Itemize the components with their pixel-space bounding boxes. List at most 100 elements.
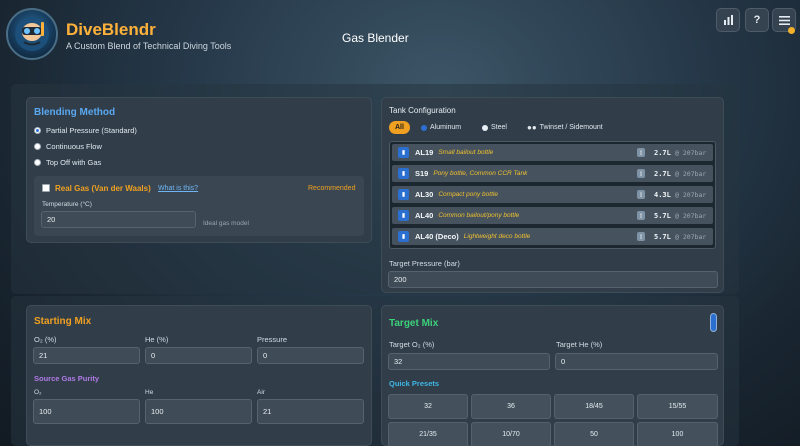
- tank-row-al30[interactable]: ▮ AL30 Compact pony bottle ▯ 4.3L @ 207b…: [392, 186, 713, 203]
- tank-pressure: @ 207bar: [675, 148, 707, 157]
- tank-description: Lightweight deco bottle: [463, 233, 531, 240]
- radio-label: Top Off with Gas: [46, 158, 102, 167]
- tank-name: AL40: [415, 211, 434, 220]
- radio-icon: [34, 159, 41, 166]
- preset-button[interactable]: 21/35: [388, 422, 468, 446]
- purity-he-input[interactable]: 100: [145, 399, 252, 424]
- filter-label: Twinset / Sidemount: [539, 124, 603, 131]
- blending-method-title: Blending Method: [34, 107, 116, 118]
- real-gas-checkbox[interactable]: [42, 184, 50, 192]
- tank-volume: 4.3L: [654, 190, 671, 199]
- aluminum-tank-icon: ▮: [398, 147, 409, 158]
- aluminum-tank-icon: ▮: [398, 168, 409, 179]
- tank-row-s19[interactable]: ▮ S19 Pony bottle, Common CCR Tank ▯ 2.7…: [392, 165, 713, 182]
- brand-tagline: A Custom Blend of Technical Diving Tools: [66, 41, 232, 51]
- tank-description: Common bailout/pony bottle: [438, 212, 520, 219]
- volume-tank-icon: ▯: [637, 232, 645, 241]
- tank-pressure: @ 207bar: [675, 169, 707, 178]
- tank-volume: 5.7L: [654, 232, 671, 241]
- radio-continuous-flow[interactable]: Continuous Flow: [34, 142, 102, 151]
- tank-volume: 2.7L: [654, 169, 671, 178]
- filter-aluminum-button[interactable]: Aluminum: [421, 121, 461, 134]
- preset-button[interactable]: 100: [637, 422, 718, 446]
- purity-air-input[interactable]: 21: [257, 399, 364, 424]
- notification-dot: [788, 27, 795, 34]
- real-gas-label: Real Gas (Van der Waals): [55, 184, 151, 193]
- radio-top-off[interactable]: Top Off with Gas: [34, 158, 101, 167]
- target-he-input[interactable]: 0: [555, 353, 718, 370]
- purity-o2-input[interactable]: 100: [33, 399, 140, 424]
- tank-pressure: @ 207bar: [675, 232, 707, 241]
- ideal-gas-note: Ideal gas model: [203, 220, 249, 227]
- preset-button[interactable]: 36: [471, 394, 551, 419]
- radio-label: Partial Pressure (Standard): [46, 126, 137, 135]
- radio-selected-icon: [34, 127, 41, 134]
- tank-name: AL19: [415, 148, 434, 157]
- what-is-this-link[interactable]: What is this?: [158, 185, 198, 192]
- tank-row-al40-deco[interactable]: ▮ AL40 (Deco) Lightweight deco bottle ▯ …: [392, 228, 713, 245]
- pressure-input[interactable]: 0: [257, 347, 364, 364]
- help-icon: ?: [753, 14, 761, 26]
- tank-description: Compact pony bottle: [438, 191, 498, 198]
- tank-name: AL30: [415, 190, 434, 199]
- o2-input[interactable]: 21: [33, 347, 140, 364]
- tank-volume: 5.7L: [654, 211, 671, 220]
- purity-he-label: He: [145, 389, 154, 396]
- filter-steel-button[interactable]: Steel: [482, 121, 507, 134]
- temperature-label: Temperature (°C): [42, 201, 92, 208]
- tank-name: S19: [415, 169, 429, 178]
- pressure-label: Pressure: [257, 335, 288, 344]
- volume-tank-icon: ▯: [637, 148, 645, 157]
- aluminum-tank-icon: ▮: [398, 231, 409, 242]
- purity-o2-label: O₂: [34, 389, 42, 396]
- tank-row-al19[interactable]: ▮ AL19 Small bailout bottle ▯ 2.7L @ 207…: [392, 144, 713, 161]
- tank-row-al40[interactable]: ▮ AL40 Common bailout/pony bottle ▯ 5.7L…: [392, 207, 713, 224]
- radio-partial-pressure[interactable]: Partial Pressure (Standard): [34, 126, 137, 135]
- steel-dot-icon: [482, 124, 488, 131]
- aluminum-dot-icon: [421, 124, 427, 131]
- purity-air-label: Air: [257, 389, 265, 396]
- tank-list[interactable]: ▮ AL19 Small bailout bottle ▯ 2.7L @ 207…: [389, 141, 716, 249]
- hamburger-menu-icon: [778, 15, 790, 25]
- diver-logo-icon: [6, 8, 58, 60]
- stats-icon: [723, 15, 733, 25]
- radio-icon: [34, 143, 41, 150]
- target-pressure-label: Target Pressure (bar): [389, 259, 460, 268]
- tank-description: Small bailout bottle: [438, 149, 494, 156]
- app-header: DiveBlendr A Custom Blend of Technical D…: [0, 0, 800, 84]
- volume-tank-icon: ▯: [637, 190, 645, 199]
- preset-button[interactable]: 32: [388, 394, 468, 419]
- preset-button[interactable]: 50: [554, 422, 634, 446]
- brand-name: DiveBlendr: [66, 20, 156, 39]
- filter-label: Steel: [491, 124, 507, 131]
- preset-button[interactable]: 15/55: [637, 394, 718, 419]
- filter-twinset-button[interactable]: ●● Twinset / Sidemount: [527, 121, 603, 134]
- quick-presets-title: Quick Presets: [389, 379, 440, 388]
- stats-button[interactable]: [716, 8, 740, 32]
- filter-label: All: [395, 124, 404, 131]
- o2-label: O₂ (%): [34, 335, 57, 344]
- target-o2-input[interactable]: 32: [388, 353, 550, 370]
- tank-name: AL40 (Deco): [415, 232, 459, 241]
- source-gas-purity-title: Source Gas Purity: [34, 374, 100, 383]
- preset-button[interactable]: 18/45: [554, 394, 634, 419]
- filter-label: Aluminum: [430, 124, 462, 131]
- filter-all-button[interactable]: All: [389, 121, 410, 134]
- scroll-handle[interactable]: [710, 313, 717, 332]
- aluminum-tank-icon: ▮: [398, 189, 409, 200]
- he-input[interactable]: 0: [145, 347, 252, 364]
- twinset-icon: ●●: [527, 123, 537, 132]
- he-label: He (%): [145, 335, 169, 344]
- volume-tank-icon: ▯: [637, 211, 645, 220]
- temperature-input[interactable]: 20: [41, 211, 196, 228]
- tank-volume: 2.7L: [654, 148, 671, 157]
- page-title: Gas Blender: [342, 31, 409, 45]
- tank-configuration-title: Tank Configuration: [389, 106, 456, 115]
- target-he-label: Target He (%): [556, 340, 603, 349]
- radio-label: Continuous Flow: [46, 142, 102, 151]
- target-pressure-input[interactable]: 200: [388, 271, 718, 288]
- help-button[interactable]: ?: [745, 8, 769, 32]
- volume-tank-icon: ▯: [637, 169, 645, 178]
- preset-button[interactable]: 10/70: [471, 422, 551, 446]
- target-mix-title: Target Mix: [389, 318, 439, 329]
